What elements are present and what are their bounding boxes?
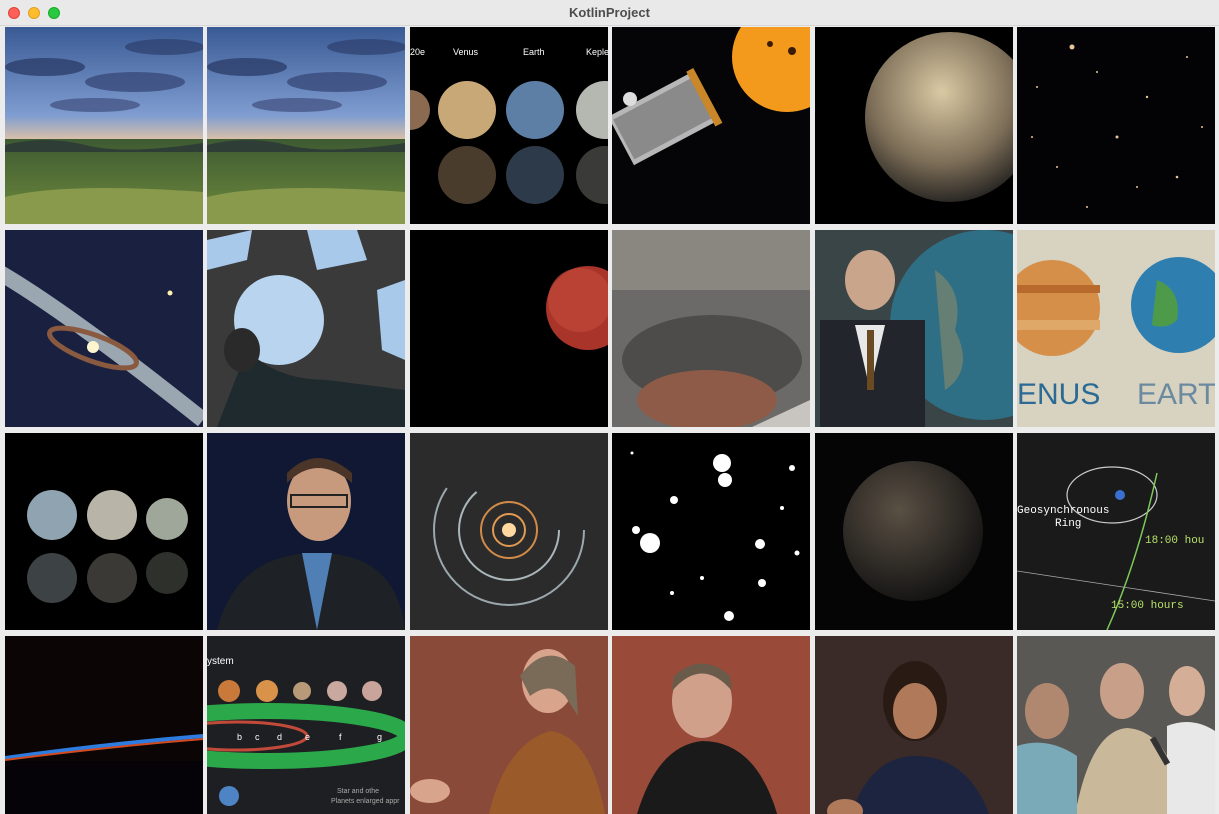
caption-venus: ENUS xyxy=(1017,378,1100,411)
caption-15-hours: 15:00 hours xyxy=(1111,600,1184,612)
caption-system: ystem xyxy=(207,656,234,667)
tile-scientist-interview[interactable] xyxy=(207,433,406,630)
tile-geosynchronous[interactable]: Geosynchronous Ring 18:00 hou 15:00 hour… xyxy=(1016,433,1215,630)
tile-landscape-1[interactable] xyxy=(5,27,203,224)
panelist-woman-image xyxy=(409,636,608,814)
tile-kepler-telescope[interactable] xyxy=(612,27,811,224)
venus-earth-image: ENUS EART xyxy=(1016,230,1215,427)
earth-horizon-image xyxy=(5,636,203,814)
presenter-image xyxy=(814,230,1013,427)
landscape-sunset-image xyxy=(5,27,203,224)
tile-star-field-negative[interactable] xyxy=(612,433,811,630)
caption-earth: EART xyxy=(1137,378,1215,411)
caption-planets-note: Planets enlarged appr xyxy=(331,798,400,805)
caption-e: e xyxy=(305,732,310,742)
planet-lineup-image: 20e Venus Earth Keple xyxy=(409,27,608,224)
caption-ring: Ring xyxy=(1055,518,1081,530)
caption-g: g xyxy=(377,732,382,742)
tile-panelist-woman-two[interactable] xyxy=(814,636,1013,814)
image-grid: 20e Venus Earth Keple ENUS EART Geosynch… xyxy=(5,27,1215,814)
title-bar: KotlinProject xyxy=(0,0,1219,26)
caption-c: c xyxy=(255,732,260,742)
tile-panel-group[interactable] xyxy=(1016,636,1215,814)
debris-disk-image xyxy=(5,230,203,427)
caption-venus: Venus xyxy=(453,47,479,57)
panelist-woman-two-image xyxy=(814,636,1013,814)
tile-spiral-orbit[interactable] xyxy=(409,433,608,630)
trappist-system-image: ystem b c d e f g Star and othe Planets … xyxy=(207,636,406,814)
tile-crater[interactable] xyxy=(612,230,811,427)
scientist-image xyxy=(207,433,406,630)
geosynchronous-diagram: Geosynchronous Ring 18:00 hou 15:00 hour… xyxy=(1016,433,1215,630)
crater-image xyxy=(612,230,811,427)
caption-18-hours: 18:00 hou xyxy=(1145,535,1204,547)
caption-geosynchronous: Geosynchronous xyxy=(1017,505,1109,517)
tile-landscape-2[interactable] xyxy=(207,27,406,224)
caption-20e: 20e xyxy=(410,47,425,57)
star-field-image xyxy=(612,433,811,630)
caption-d: d xyxy=(277,732,282,742)
dark-planet-image xyxy=(814,433,1013,630)
tile-planet-lineup[interactable]: 20e Venus Earth Keple xyxy=(409,27,608,224)
tile-exoplanet-lineup[interactable] xyxy=(5,433,203,630)
spiral-orbit-image xyxy=(409,433,608,630)
tile-cupola[interactable] xyxy=(207,230,406,427)
caption-b: b xyxy=(237,732,242,742)
tile-earth-horizon[interactable] xyxy=(5,636,203,814)
window-title: KotlinProject xyxy=(569,5,650,20)
tile-trappist-system[interactable]: ystem b c d e f g Star and othe Planets … xyxy=(207,636,406,814)
tile-rocky-planet[interactable] xyxy=(814,27,1013,224)
tile-presenter-globe[interactable] xyxy=(814,230,1013,427)
app-window: KotlinProject 20e Venus Earth Keple ENUS… xyxy=(0,0,1219,814)
caption-kepler: Keple xyxy=(586,47,608,57)
tile-dark-planet[interactable] xyxy=(814,433,1013,630)
kepler-telescope-image xyxy=(612,27,811,224)
cupola-image xyxy=(207,230,406,427)
caption-star-note: Star and othe xyxy=(337,788,379,795)
rocky-planet-image xyxy=(814,27,1013,224)
tile-panelist-woman[interactable] xyxy=(409,636,608,814)
exoplanet-lineup-image xyxy=(5,433,203,630)
panel-group-image xyxy=(1016,636,1215,814)
tile-red-planet[interactable] xyxy=(409,230,608,427)
panelist-man-image xyxy=(612,636,811,814)
landscape-sunset-image xyxy=(207,27,406,224)
tile-panelist-man[interactable] xyxy=(612,636,811,814)
deep-field-image xyxy=(1016,27,1215,224)
tile-deep-field[interactable] xyxy=(1016,27,1215,224)
caption-earth: Earth xyxy=(523,47,545,57)
tile-venus-earth[interactable]: ENUS EART xyxy=(1016,230,1215,427)
red-planet-image xyxy=(409,230,608,427)
tile-debris-disk[interactable] xyxy=(5,230,203,427)
